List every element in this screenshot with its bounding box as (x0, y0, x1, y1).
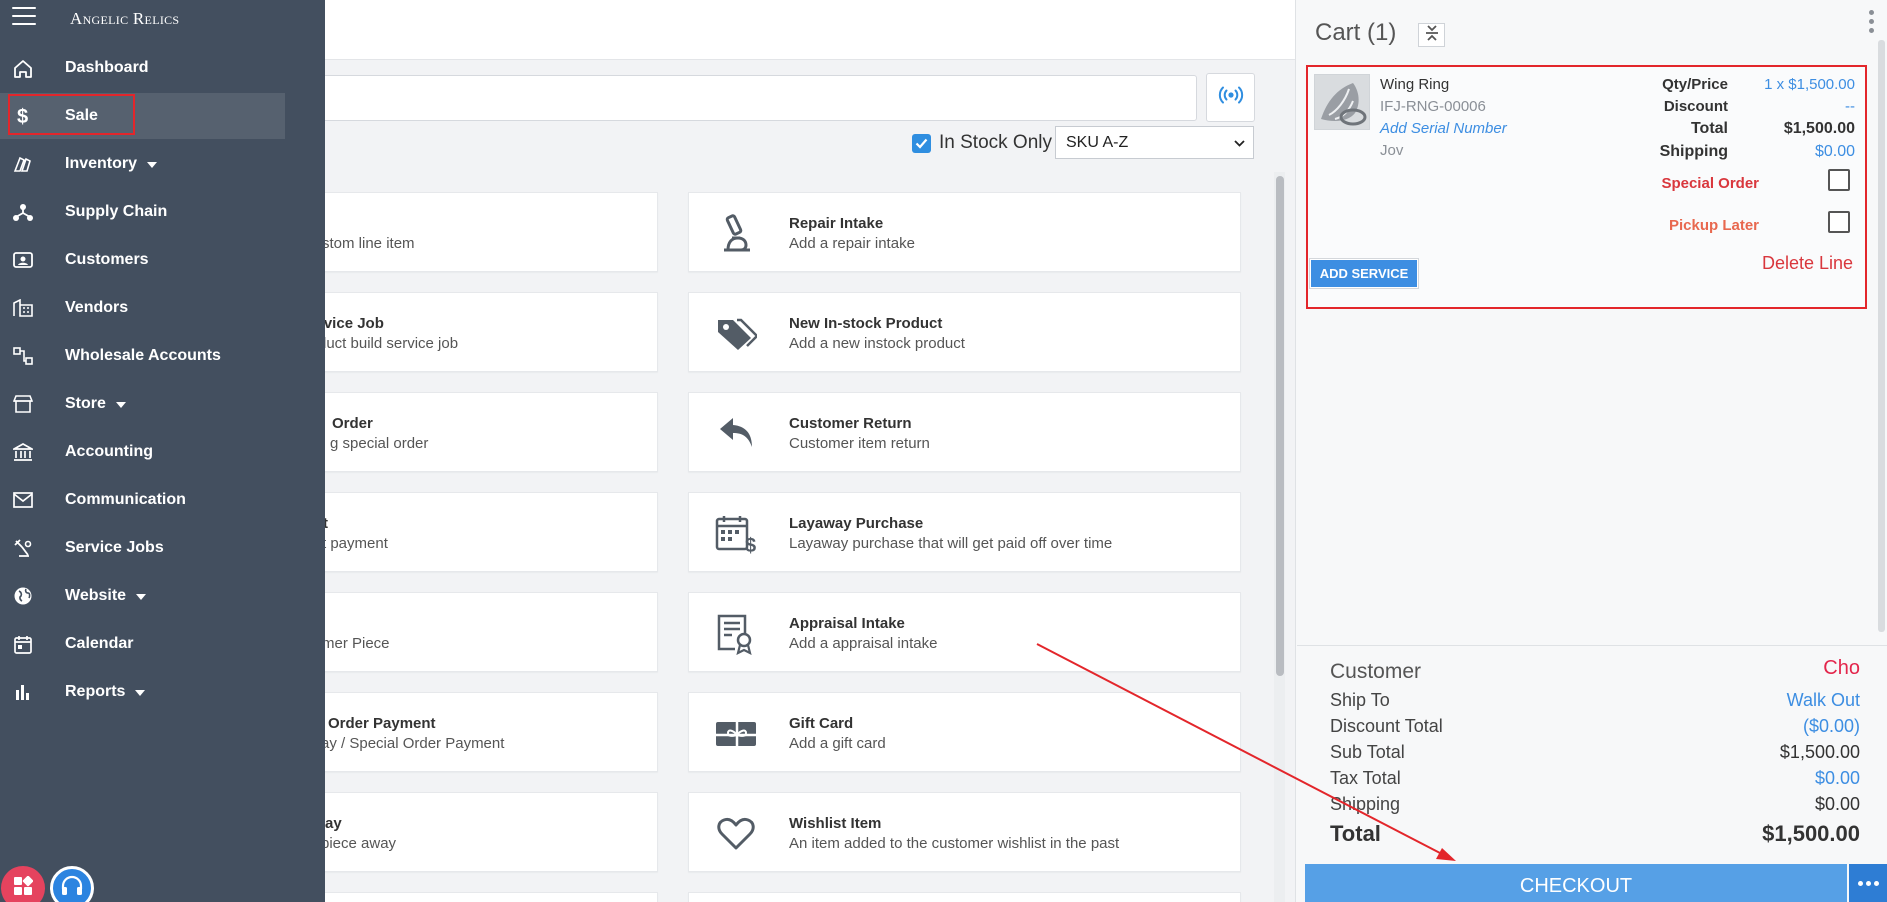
annotation-arrow (1036, 643, 1456, 861)
